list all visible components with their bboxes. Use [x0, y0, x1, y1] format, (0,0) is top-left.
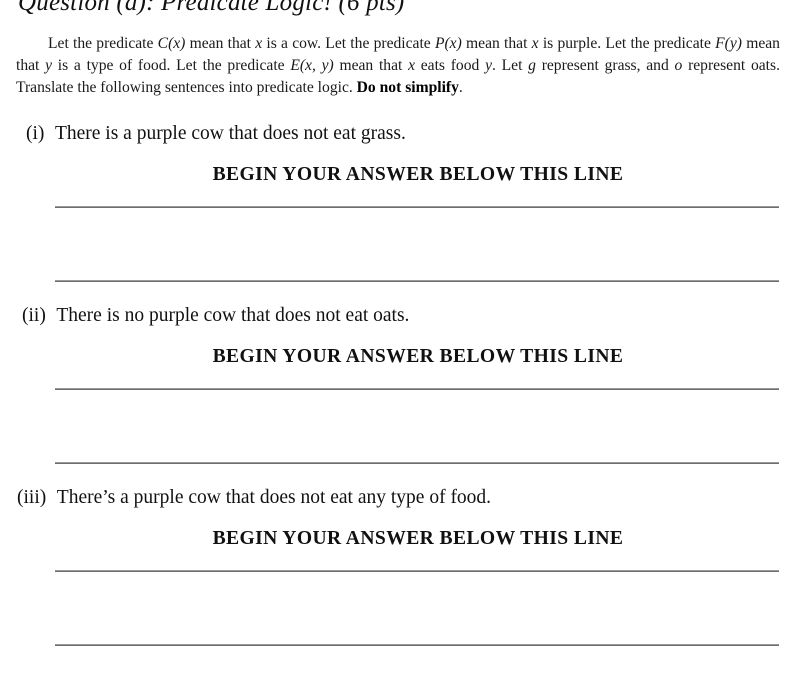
answer-prompt-ii: BEGIN YOUR ANSWER BELOW THIS LINE	[212, 346, 624, 367]
question-label: (i)	[26, 123, 45, 144]
intro-text: is a cow. Let the predicate	[262, 35, 435, 52]
math-symbol: x	[531, 35, 539, 52]
question-text: There is a purple cow that does not eat …	[54, 123, 406, 144]
math-symbol: x	[408, 56, 416, 74]
answer-line-top-ii	[55, 388, 779, 390]
math-symbol: y	[485, 56, 492, 74]
math-symbol: E(x, y)	[290, 56, 334, 74]
intro-text: Let the predicate	[48, 35, 158, 52]
question-text: There’s a purple cow that does not eat a…	[56, 487, 492, 508]
answer-line-bottom-ii	[55, 462, 779, 464]
math-symbol: P(x)	[434, 35, 462, 52]
question-title: Question (a): Predicate Logic! (6 pts)	[18, 0, 405, 16]
intro-paragraph: Let the predicate C(x) mean that x is a …	[16, 33, 780, 98]
question-text: There is no purple cow that does not eat…	[56, 305, 410, 326]
answer-line-bottom-iii	[55, 644, 779, 646]
intro-text: is purple. Let the predicate	[538, 35, 716, 52]
intro-text: represent grass, and	[535, 56, 675, 74]
answer-line-bottom-i	[55, 280, 779, 282]
question-i: (i) There is a purple cow that does not …	[26, 123, 406, 145]
question-label: (iii)	[17, 487, 47, 508]
intro-text: . Let	[491, 56, 529, 74]
intro-text: .	[458, 78, 463, 96]
answer-line-top-i	[55, 206, 779, 208]
intro-text: eats food	[415, 56, 486, 74]
math-symbol: C(x)	[157, 35, 186, 52]
math-symbol: F(y)	[715, 35, 742, 52]
answer-line-top-iii	[55, 570, 779, 572]
question-label: (ii)	[22, 305, 46, 326]
math-symbol: g	[528, 56, 536, 74]
answer-prompt-i: BEGIN YOUR ANSWER BELOW THIS LINE	[212, 164, 624, 185]
emphasis-text: Do not simplify	[356, 78, 459, 96]
answer-prompt-iii: BEGIN YOUR ANSWER BELOW THIS LINE	[212, 528, 624, 549]
question-ii: (ii) There is no purple cow that does no…	[22, 305, 409, 327]
intro-text: mean that	[461, 35, 532, 52]
intro-text: mean that	[333, 56, 409, 74]
intro-text: is a type of food. Let the predicate	[52, 56, 291, 74]
math-symbol: y	[45, 56, 53, 74]
question-iii: (iii) There’s a purple cow that does not…	[17, 487, 491, 509]
intro-text: mean that	[185, 35, 256, 52]
